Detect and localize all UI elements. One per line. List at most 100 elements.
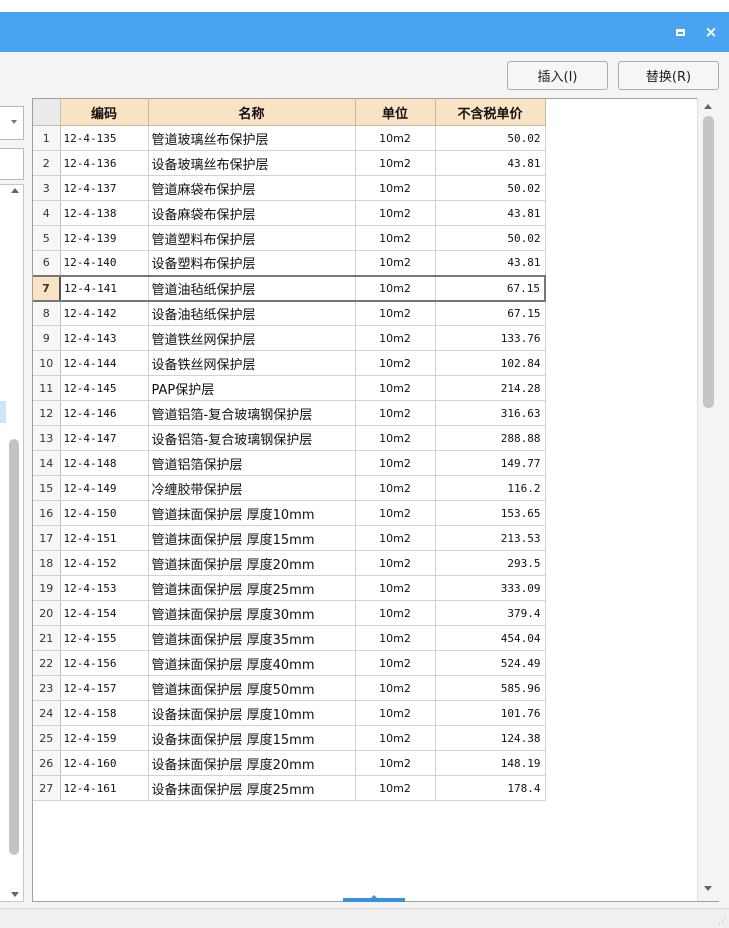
table-row[interactable]: 26 12-4-160 设备抹面保护层 厚度20mm 10m2 148.19 <box>33 750 695 776</box>
cell-code[interactable]: 12-4-161 <box>60 775 149 801</box>
cell-name[interactable]: 设备塑料布保护层 <box>148 250 356 276</box>
table-row[interactable]: 17 12-4-151 管道抹面保护层 厚度15mm 10m2 213.53 <box>33 525 695 551</box>
cell-unit[interactable]: 10m2 <box>355 700 436 726</box>
table-row[interactable]: 2 12-4-136 设备玻璃丝布保护层 10m2 43.81 <box>33 150 695 176</box>
row-number[interactable]: 6 <box>33 250 61 276</box>
table-row[interactable]: 12 12-4-146 管道铝箔-复合玻璃钢保护层 10m2 316.63 <box>33 400 695 426</box>
search-input[interactable] <box>0 148 24 180</box>
row-number[interactable]: 10 <box>33 350 61 376</box>
cell-unit[interactable]: 10m2 <box>355 550 436 576</box>
table-row[interactable]: 3 12-4-137 管道麻袋布保护层 10m2 50.02 <box>33 175 695 201</box>
cell-code[interactable]: 12-4-160 <box>60 750 149 776</box>
row-number[interactable]: 1 <box>33 125 61 151</box>
cell-name[interactable]: 设备抹面保护层 厚度10mm <box>148 700 356 726</box>
cell-code[interactable]: 12-4-135 <box>60 125 149 151</box>
tree-selected-item[interactable] <box>0 401 6 423</box>
cell-unit[interactable]: 10m2 <box>355 250 436 276</box>
table-row[interactable]: 27 12-4-161 设备抹面保护层 厚度25mm 10m2 178.4 <box>33 775 695 801</box>
cell-name[interactable]: 管道麻袋布保护层 <box>148 175 356 201</box>
cell-unit[interactable]: 10m2 <box>355 200 436 226</box>
cell-code[interactable]: 12-4-142 <box>60 300 149 326</box>
table-row[interactable]: 20 12-4-154 管道抹面保护层 厚度30mm 10m2 379.4 <box>33 600 695 626</box>
cell-unit[interactable]: 10m2 <box>355 725 436 751</box>
cell-name[interactable]: 管道铁丝网保护层 <box>148 325 356 351</box>
cell-code[interactable]: 12-4-149 <box>60 475 149 501</box>
cell-name[interactable]: 管道塑料布保护层 <box>148 225 356 251</box>
cell-unit[interactable]: 10m2 <box>355 750 436 776</box>
table-row[interactable]: 23 12-4-157 管道抹面保护层 厚度50mm 10m2 585.96 <box>33 675 695 701</box>
row-number[interactable]: 16 <box>33 500 61 526</box>
cell-unit[interactable]: 10m2 <box>355 274 436 302</box>
table-row[interactable]: 21 12-4-155 管道抹面保护层 厚度35mm 10m2 454.04 <box>33 625 695 651</box>
cell-code[interactable]: 12-4-141 <box>59 274 149 302</box>
cell-name[interactable]: 冷缠胶带保护层 <box>148 475 356 501</box>
table-row[interactable]: 10 12-4-144 设备铁丝网保护层 10m2 102.84 <box>33 350 695 376</box>
column-header-unit[interactable]: 单位 <box>355 99 436 126</box>
table-row[interactable]: 25 12-4-159 设备抹面保护层 厚度15mm 10m2 124.38 <box>33 725 695 751</box>
cell-price[interactable]: 148.19 <box>435 750 546 776</box>
close-icon[interactable]: × <box>701 22 721 42</box>
cell-code[interactable]: 12-4-147 <box>60 425 149 451</box>
row-number[interactable]: 19 <box>33 575 61 601</box>
table-row[interactable]: 5 12-4-139 管道塑料布保护层 10m2 50.02 <box>33 225 695 251</box>
title-bar[interactable]: × <box>0 12 729 52</box>
cell-code[interactable]: 12-4-152 <box>60 550 149 576</box>
cell-code[interactable]: 12-4-150 <box>60 500 149 526</box>
cell-code[interactable]: 12-4-137 <box>60 175 149 201</box>
row-number[interactable]: 14 <box>33 450 61 476</box>
cell-code[interactable]: 12-4-157 <box>60 675 149 701</box>
cell-price[interactable]: 149.77 <box>435 450 546 476</box>
cell-code[interactable]: 12-4-140 <box>60 250 149 276</box>
cell-name[interactable]: 管道抹面保护层 厚度30mm <box>148 600 356 626</box>
column-header-code[interactable]: 编码 <box>60 99 149 126</box>
cell-code[interactable]: 12-4-136 <box>60 150 149 176</box>
cell-unit[interactable]: 10m2 <box>355 575 436 601</box>
cell-price[interactable]: 101.76 <box>435 700 546 726</box>
cell-price[interactable]: 379.4 <box>435 600 546 626</box>
resize-grip-icon[interactable]: ⋰ <box>718 918 727 927</box>
cell-price[interactable]: 43.81 <box>435 200 546 226</box>
row-number[interactable]: 13 <box>33 425 61 451</box>
grid-corner[interactable] <box>33 99 61 126</box>
cell-price[interactable]: 50.02 <box>435 225 546 251</box>
cell-code[interactable]: 12-4-151 <box>60 525 149 551</box>
cell-price[interactable]: 454.04 <box>435 625 546 651</box>
cell-price[interactable]: 67.15 <box>435 274 546 302</box>
quota-grid[interactable]: 编码 名称 单位 不含税单价 1 12-4-135 管道玻璃丝布保护层 10m2 50.… <box>32 98 719 902</box>
cell-name[interactable]: 管道抹面保护层 厚度40mm <box>148 650 356 676</box>
cell-name[interactable]: 设备抹面保护层 厚度25mm <box>148 775 356 801</box>
table-row[interactable]: 8 12-4-142 设备油毡纸保护层 10m2 67.15 <box>33 300 695 326</box>
cell-name[interactable]: 设备玻璃丝布保护层 <box>148 150 356 176</box>
cell-price[interactable]: 50.02 <box>435 125 546 151</box>
cell-price[interactable]: 67.15 <box>435 300 546 326</box>
panel-splitter-handle[interactable] <box>343 895 405 902</box>
table-row[interactable]: 22 12-4-156 管道抹面保护层 厚度40mm 10m2 524.49 <box>33 650 695 676</box>
cell-name[interactable]: 设备抹面保护层 厚度20mm <box>148 750 356 776</box>
cell-name[interactable]: PAP保护层 <box>148 375 356 401</box>
cell-code[interactable]: 12-4-155 <box>60 625 149 651</box>
replace-button[interactable]: 替换(R) <box>618 61 719 90</box>
row-number[interactable]: 24 <box>33 700 61 726</box>
scroll-up-icon[interactable] <box>11 188 19 193</box>
grid-scrollbar-thumb[interactable] <box>703 116 714 408</box>
table-row[interactable]: 19 12-4-153 管道抹面保护层 厚度25mm 10m2 333.09 <box>33 575 695 601</box>
cell-code[interactable]: 12-4-158 <box>60 700 149 726</box>
row-number[interactable]: 7 <box>33 274 61 302</box>
cell-code[interactable]: 12-4-148 <box>60 450 149 476</box>
cell-unit[interactable]: 10m2 <box>355 425 436 451</box>
cell-name[interactable]: 设备抹面保护层 厚度15mm <box>148 725 356 751</box>
table-row[interactable]: 15 12-4-149 冷缠胶带保护层 10m2 116.2 <box>33 475 695 501</box>
table-row[interactable]: 11 12-4-145 PAP保护层 10m2 214.28 <box>33 375 695 401</box>
insert-button[interactable]: 插入(I) <box>507 61 608 90</box>
row-number[interactable]: 9 <box>33 325 61 351</box>
row-number[interactable]: 12 <box>33 400 61 426</box>
cell-code[interactable]: 12-4-143 <box>60 325 149 351</box>
row-number[interactable]: 21 <box>33 625 61 651</box>
row-number[interactable]: 20 <box>33 600 61 626</box>
cell-name[interactable]: 管道抹面保护层 厚度35mm <box>148 625 356 651</box>
table-row[interactable]: 16 12-4-150 管道抹面保护层 厚度10mm 10m2 153.65 <box>33 500 695 526</box>
cell-code[interactable]: 12-4-144 <box>60 350 149 376</box>
table-row[interactable]: 4 12-4-138 设备麻袋布保护层 10m2 43.81 <box>33 200 695 226</box>
cell-unit[interactable]: 10m2 <box>355 450 436 476</box>
row-number[interactable]: 3 <box>33 175 61 201</box>
